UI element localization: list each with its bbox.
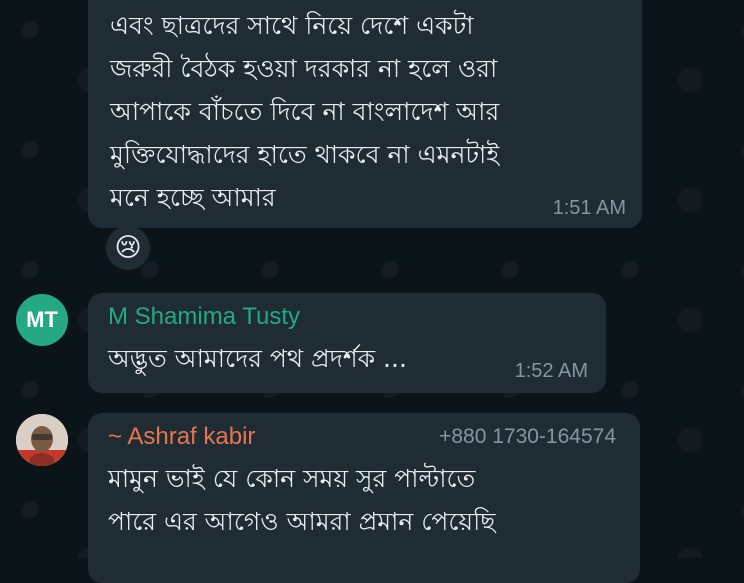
message-timestamp: 1:52 AM [514,360,588,382]
message-line: জরুরী বৈঠক হওয়া দরকার না হলে ওরা [110,54,498,83]
sender-name[interactable]: M Shamima Tusty [108,303,300,331]
message-line: অদ্ভুত আমাদের পথ প্রদর্শক ... [108,344,407,373]
message-bubble[interactable]: M Shamima Tusty অদ্ভুত আমাদের পথ প্রদর্শ… [88,293,606,393]
message-line: এবং ছাত্রদের সাথে নিয়ে দেশে একটা [110,11,474,40]
message-timestamp: 1:51 AM [552,197,626,219]
message-line: মনে হচ্ছে আমার [110,183,276,212]
profile-photo-icon [16,414,68,466]
message-line: আপাকে বাঁচতে দিবে না বাংলাদেশ আর [110,97,500,126]
sender-name[interactable]: ~ Ashraf kabir [108,423,255,451]
message-line: মামুন ভাই যে কোন সময় সুর পাল্টাতে [108,464,476,493]
sender-phone: +880 1730-164574 [439,425,616,448]
message-bubble[interactable]: এবং ছাত্রদের সাথে নিয়ে দেশে একটা জরুরী … [88,0,642,228]
message-line: পারে এর আগেও আমরা প্রমান পেয়েছি [108,507,496,536]
avatar[interactable]: MT [16,294,68,346]
message-line: মুক্তিযোদ্ধাদের হাতে থাকবে না এমনটাই [110,140,500,169]
reaction-badge[interactable]: 😢 [106,226,150,270]
crying-face-emoji: 😢 [114,233,142,263]
avatar[interactable] [16,414,68,466]
